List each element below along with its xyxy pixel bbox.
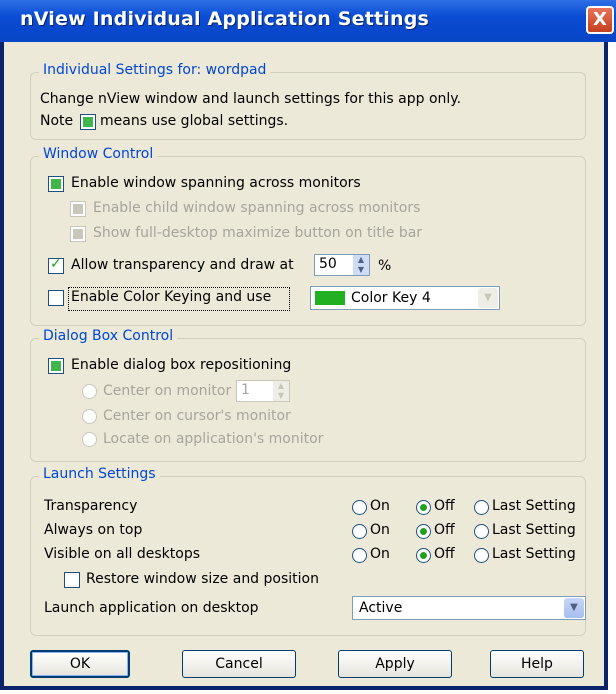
transparency-value[interactable]: 50: [319, 256, 337, 272]
visible-all-last-radio[interactable]: [474, 548, 489, 563]
title-bar[interactable]: nView Individual Application Settings X: [0, 0, 616, 42]
always-on-top-off-radio[interactable]: [416, 524, 431, 539]
locate-app-monitor-radio[interactable]: [82, 432, 97, 447]
launch-desktop-label: Launch application on desktop: [44, 600, 259, 616]
transparency-on-radio[interactable]: [352, 500, 367, 515]
transparency-label[interactable]: Allow transparency and draw at: [71, 257, 294, 273]
spinner-arrows-icon[interactable]: ▲ ▼: [353, 255, 369, 275]
always-on-top-off-label[interactable]: Off: [434, 522, 455, 538]
center-monitor-radio[interactable]: [82, 384, 97, 399]
visible-all-off-radio[interactable]: [416, 548, 431, 563]
chevron-down-icon[interactable]: ▼: [478, 288, 498, 308]
full-desktop-button-checkbox[interactable]: [70, 226, 86, 242]
visible-all-on-label[interactable]: On: [370, 546, 390, 562]
launch-row-label: Visible on all desktops: [44, 546, 201, 562]
color-key-value: Color Key 4: [351, 290, 431, 306]
color-keying-checkbox[interactable]: [48, 290, 64, 306]
visible-all-off-label[interactable]: Off: [434, 546, 455, 562]
color-key-swatch: [315, 291, 345, 305]
note-description: means use global settings.: [100, 113, 289, 129]
launch-desktop-value: Active: [359, 600, 403, 616]
apply-button[interactable]: Apply: [338, 650, 452, 678]
chevron-down-icon[interactable]: ▼: [564, 598, 584, 618]
help-button[interactable]: Help: [490, 650, 584, 678]
always-on-top-last-label[interactable]: Last Setting: [492, 522, 576, 538]
full-desktop-button-label[interactable]: Show full-desktop maximize button on tit…: [93, 225, 422, 241]
launch-row-label: Always on top: [44, 522, 143, 538]
transparency-last-label[interactable]: Last Setting: [492, 498, 576, 514]
always-on-top-on-label[interactable]: On: [370, 522, 390, 538]
individual-description: Change nView window and launch settings …: [40, 91, 462, 107]
close-button[interactable]: X: [586, 6, 614, 34]
percent-label: %: [378, 258, 392, 274]
spinner-arrows-icon[interactable]: ▲ ▼: [273, 381, 289, 401]
always-on-top-on-radio[interactable]: [352, 524, 367, 539]
center-cursor-label[interactable]: Center on cursor's monitor: [103, 408, 291, 424]
transparency-checkbox[interactable]: [48, 256, 64, 274]
color-key-select[interactable]: Color Key 4 ▼: [310, 286, 500, 310]
launch-row-label: Transparency: [44, 498, 138, 514]
note-label: Note: [40, 113, 74, 129]
monitor-spinner[interactable]: 1 ▲ ▼: [236, 380, 290, 402]
restore-window-label[interactable]: Restore window size and position: [86, 571, 319, 587]
always-on-top-last-radio[interactable]: [474, 524, 489, 539]
transparency-on-label[interactable]: On: [370, 498, 390, 514]
window-spanning-checkbox[interactable]: [48, 176, 64, 192]
cancel-button[interactable]: Cancel: [182, 650, 296, 678]
window-control-title: Window Control: [39, 146, 158, 162]
ok-button[interactable]: OK: [30, 650, 130, 678]
launch-desktop-select[interactable]: Active ▼: [352, 596, 586, 620]
individual-settings-title: Individual Settings for: wordpad: [39, 62, 271, 78]
close-icon: X: [593, 9, 607, 30]
center-cursor-radio[interactable]: [82, 409, 97, 424]
monitor-value[interactable]: 1: [241, 382, 250, 398]
transparency-spinner[interactable]: 50 ▲ ▼: [314, 254, 370, 276]
transparency-off-label[interactable]: Off: [434, 498, 455, 514]
locate-app-monitor-label[interactable]: Locate on application's monitor: [103, 431, 323, 447]
child-spanning-label[interactable]: Enable child window spanning across moni…: [93, 200, 420, 216]
dialog-repositioning-checkbox[interactable]: [48, 358, 64, 374]
dialog-box-control-title: Dialog Box Control: [39, 328, 178, 344]
color-keying-label[interactable]: Enable Color Keying and use: [71, 289, 271, 305]
visible-all-on-radio[interactable]: [352, 548, 367, 563]
visible-all-last-label[interactable]: Last Setting: [492, 546, 576, 562]
center-monitor-label[interactable]: Center on monitor: [103, 383, 231, 399]
dialog-repositioning-label[interactable]: Enable dialog box repositioning: [71, 357, 291, 373]
window-title: nView Individual Application Settings: [20, 8, 430, 30]
launch-settings-title: Launch Settings: [39, 466, 160, 482]
restore-window-checkbox[interactable]: [64, 572, 80, 588]
global-settings-legend-icon: [80, 114, 96, 130]
transparency-last-radio[interactable]: [474, 500, 489, 515]
transparency-off-radio[interactable]: [416, 500, 431, 515]
window-spanning-label[interactable]: Enable window spanning across monitors: [71, 175, 361, 191]
child-spanning-checkbox[interactable]: [70, 201, 86, 217]
